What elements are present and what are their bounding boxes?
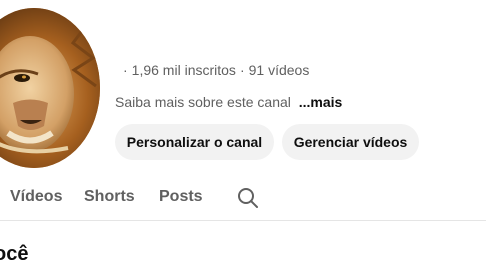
tabs-divider xyxy=(0,220,486,221)
meta-separator: · xyxy=(239,62,245,78)
description-text: Saiba mais sobre este canal xyxy=(115,94,291,110)
subscriber-count: 1,96 mil inscritos xyxy=(131,62,236,78)
video-count: 91 vídeos xyxy=(248,62,310,78)
channel-description[interactable]: Saiba mais sobre este canal ...mais xyxy=(115,94,342,110)
section-title: ocê xyxy=(0,243,29,265)
search-icon[interactable] xyxy=(236,186,260,210)
tab-videos[interactable]: Vídeos xyxy=(10,188,62,206)
customize-channel-button[interactable]: Personalizar o canal xyxy=(115,124,274,160)
channel-name xyxy=(115,18,405,50)
channel-avatar[interactable] xyxy=(0,8,100,168)
lion-avatar-image xyxy=(0,8,100,168)
channel-meta: · 1,96 mil inscritos · 91 vídeos xyxy=(115,62,309,78)
more-link[interactable]: ...mais xyxy=(299,94,343,110)
tab-shorts[interactable]: Shorts xyxy=(84,188,135,206)
tab-posts[interactable]: Posts xyxy=(159,188,203,206)
meta-separator: · xyxy=(123,62,128,78)
channel-page: · 1,96 mil inscritos · 91 vídeos Saiba m… xyxy=(0,0,486,278)
channel-tabs: Vídeos Shorts Posts xyxy=(0,176,486,220)
manage-videos-button[interactable]: Gerenciar vídeos xyxy=(282,124,419,160)
